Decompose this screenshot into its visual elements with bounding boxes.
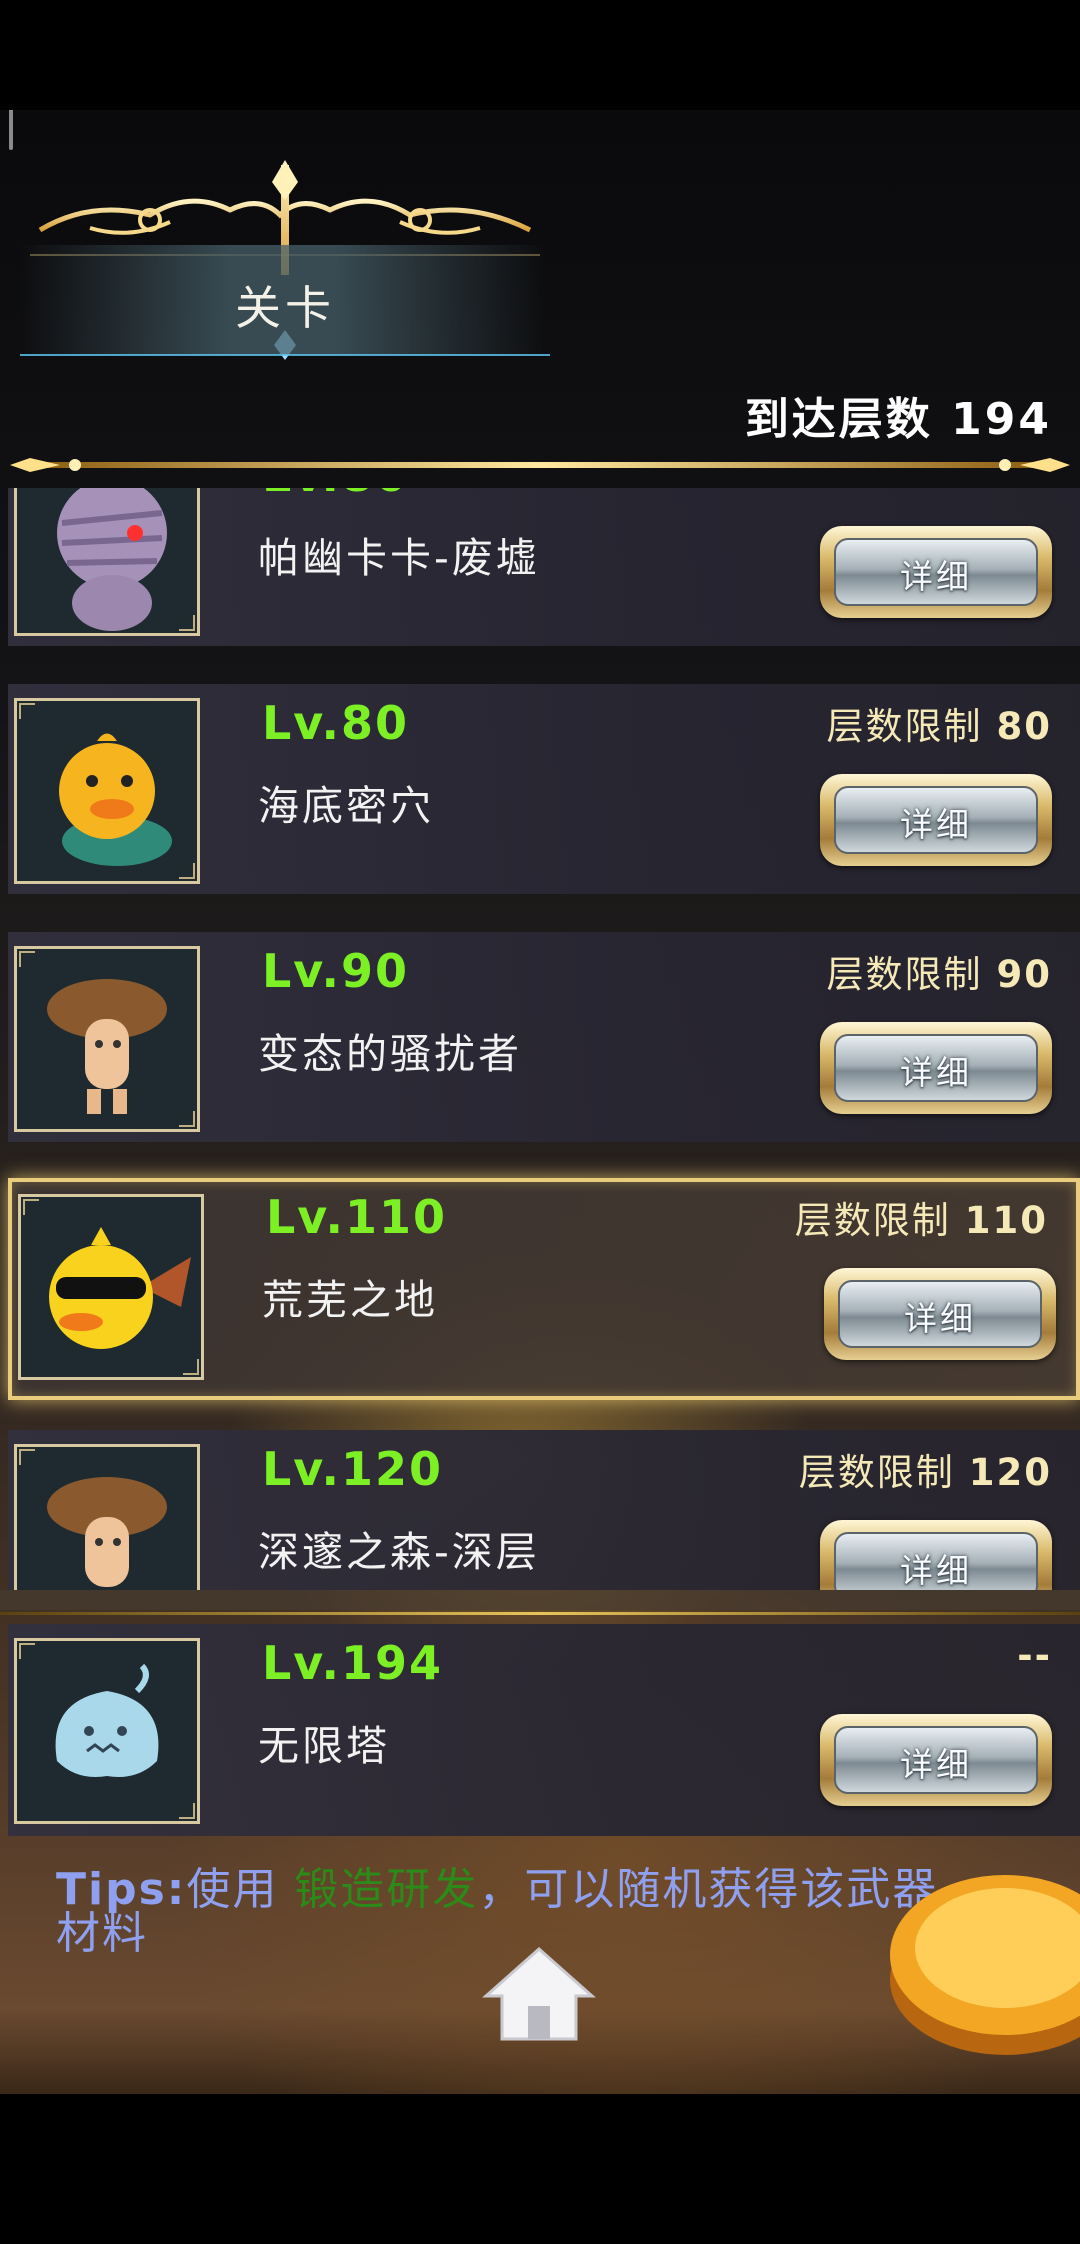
stage-row[interactable]: Lv.90 变态的骚扰者 层数限制 90 详细	[8, 932, 1080, 1142]
page-title: 关卡	[235, 281, 335, 335]
stage-level: Lv.80	[262, 488, 409, 502]
floor-limit: 层数限制 110	[794, 1199, 1048, 1242]
stage-list[interactable]: Lv.80 帕幽卡卡-废墟 详细 Lv.80 海底密穴	[0, 488, 1080, 1838]
stage-level: Lv.194	[262, 1636, 444, 1690]
stage-name: 帕幽卡卡-废墟	[258, 534, 540, 582]
mushroom-man-icon	[14, 946, 200, 1132]
floor-limit: 层数限制 120	[798, 1451, 1052, 1494]
stage-row[interactable]: Lv.80 帕幽卡卡-废墟 详细	[8, 488, 1080, 646]
duck-mermaid-icon	[14, 698, 200, 884]
floor-reached: 到达层数 194	[745, 383, 1052, 447]
ghost-blob-icon	[14, 1638, 200, 1824]
detail-button[interactable]: 详细	[820, 1714, 1052, 1806]
mushroom-man-icon	[14, 1444, 200, 1590]
floor-limit: --	[1017, 1634, 1052, 1677]
stage-level: Lv.80	[262, 696, 410, 750]
stage-name: 荒芜之地	[262, 1276, 438, 1324]
stage-level: Lv.120	[262, 1442, 444, 1496]
stage-row[interactable]: Lv.80 海底密穴 层数限制 80 详细	[8, 684, 1080, 894]
stage-name: 变态的骚扰者	[258, 1030, 522, 1078]
detail-button[interactable]: 详细	[820, 1022, 1052, 1114]
stage-name: 海底密穴	[258, 782, 434, 830]
sunglasses-chick-icon	[18, 1194, 204, 1380]
floor-reached-label: 到达层数	[744, 394, 933, 445]
stage-name: 深邃之森-深层	[258, 1528, 540, 1576]
pinned-divider	[0, 1612, 1080, 1615]
stage-row-selected[interactable]: Lv.110 荒芜之地 层数限制 110 详细	[8, 1178, 1080, 1400]
stage-row[interactable]: Lv.120 深邃之森-深层 层数限制 120 详细	[8, 1430, 1080, 1590]
game-screen: 关卡 到达层数 194 帕幽卡卡-废墟 详细 Lv.80 海底密穴 层数限制 8…	[0, 110, 1080, 2094]
stage-level: Lv.90	[262, 944, 410, 998]
title-underline	[20, 354, 550, 356]
mummy-icon	[14, 488, 200, 636]
tips-text: Tips:使用 锻造研发，可以随机获得该武器材料	[56, 1864, 939, 1959]
stage-row-current[interactable]: Lv.194 无限塔 -- 详细	[8, 1624, 1080, 1836]
home-icon[interactable]	[480, 1944, 598, 2044]
gold-divider	[10, 458, 1070, 472]
stage-level: Lv.110	[266, 1190, 448, 1244]
detail-button[interactable]: 详细	[820, 1520, 1052, 1590]
floor-reached-value: 194	[951, 394, 1052, 445]
fade-band	[0, 1590, 1080, 1610]
floor-limit: 层数限制 80	[826, 705, 1052, 748]
detail-button[interactable]: 详细	[820, 774, 1052, 866]
stage-name: 无限塔	[258, 1722, 390, 1770]
coin-icon	[890, 1875, 1080, 2055]
scroll-indicator	[9, 110, 13, 150]
detail-button[interactable]: 详细	[824, 1268, 1056, 1360]
detail-button[interactable]: 详细	[820, 526, 1052, 618]
floor-limit: 层数限制 90	[826, 953, 1052, 996]
